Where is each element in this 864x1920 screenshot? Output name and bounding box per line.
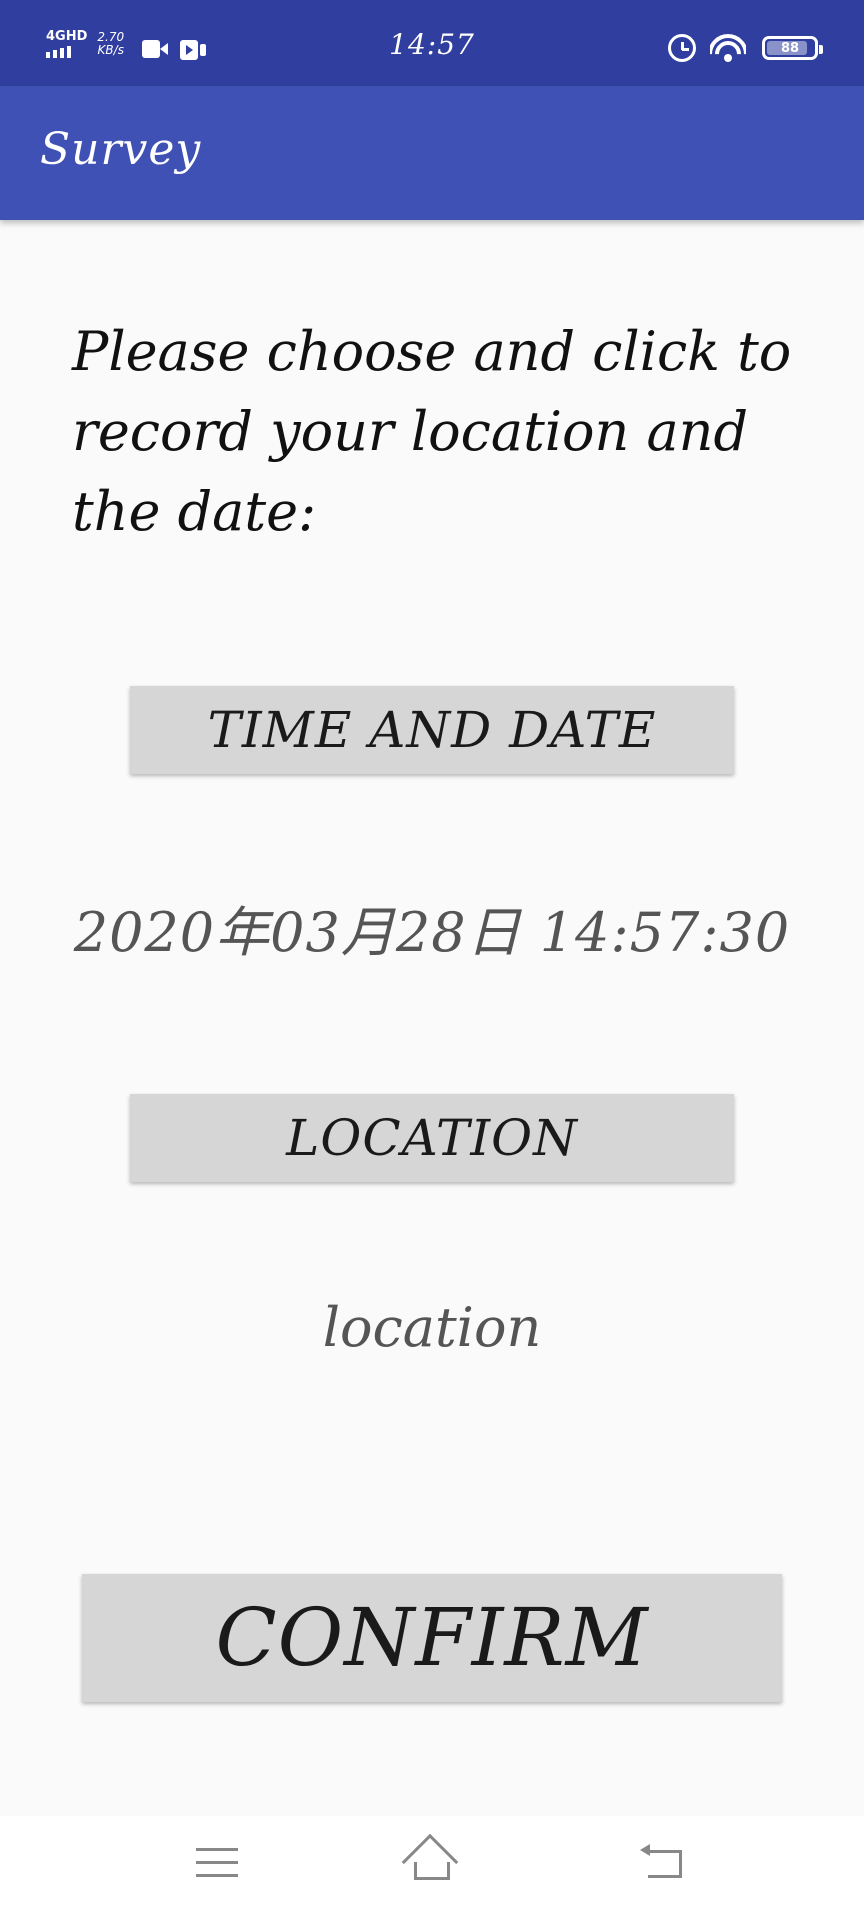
confirm-button[interactable]: CONFIRM (82, 1574, 782, 1702)
back-icon[interactable] (640, 1844, 682, 1880)
datetime-value: 2020年03月28日 14:57:30 (73, 901, 791, 964)
alarm-icon (668, 34, 696, 62)
location-value: location (322, 1296, 542, 1359)
time-and-date-button[interactable]: TIME AND DATE (130, 686, 734, 774)
status-icons: 88 (668, 34, 823, 62)
menu-icon[interactable] (196, 1846, 238, 1880)
battery-icon: 88 (762, 36, 823, 60)
instructions-text: Please choose and click to record your l… (72, 320, 792, 543)
app-bar: Survey (0, 86, 864, 220)
navigation-bar (0, 1816, 864, 1920)
status-bar: 4GHD 2.70 KB/s 14:57 88 (0, 0, 864, 86)
battery-level: 88 (780, 40, 800, 56)
app-title: Survey (40, 124, 202, 175)
location-button[interactable]: LOCATION (130, 1094, 734, 1182)
wifi-icon (710, 34, 746, 62)
home-icon[interactable] (401, 1833, 460, 1891)
